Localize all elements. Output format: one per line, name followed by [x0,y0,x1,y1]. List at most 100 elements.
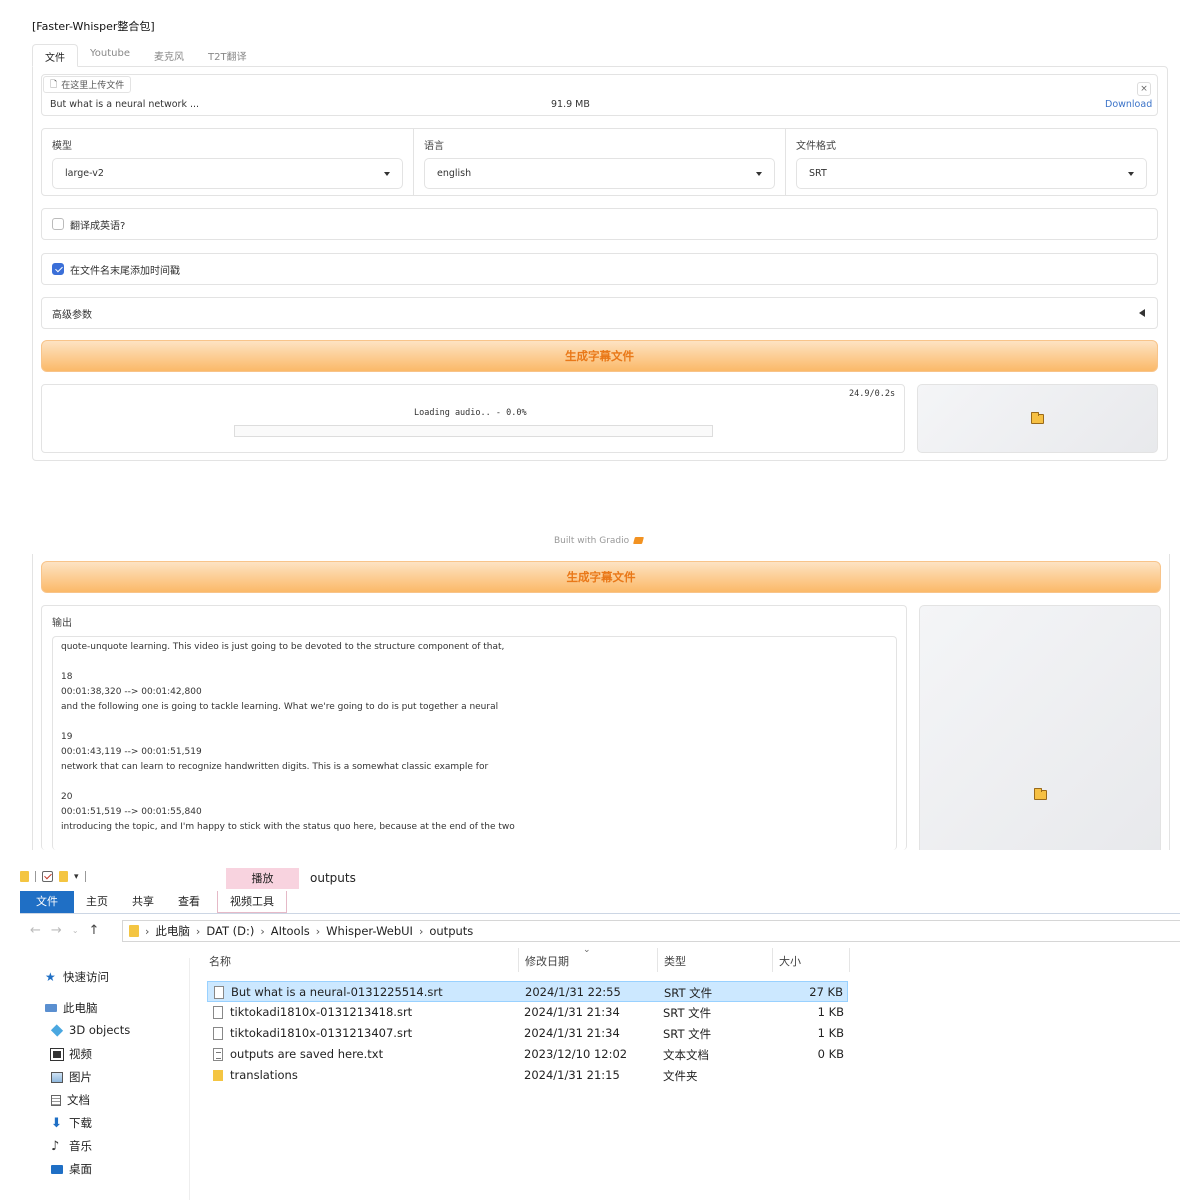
model-dropdown[interactable]: large-v2 [52,158,403,189]
output-line: 00:01:51,519 --> 00:01:55,840 [61,807,202,817]
file-size: 27 KB [809,985,843,999]
output-textarea[interactable]: quote-unquote learning. This video is ju… [52,636,897,850]
nav-desktop[interactable]: 桌面 [51,1161,92,1177]
chevron-right-icon: › [315,924,321,938]
download-link[interactable]: Download [1105,99,1152,110]
file-row[interactable]: translations 2024/1/31 21:15 文件夹 [207,1065,848,1086]
column-header-size[interactable]: 大小 [779,953,801,971]
output-line: 00:01:43,119 --> 00:01:51,519 [61,747,202,757]
tab-t2t-translate[interactable]: T2T翻译 [196,44,259,67]
translate-checkbox[interactable] [52,218,64,230]
navigation-pane: ★ 快速访问 此电脑 3D objects 视频 图片 文档 ⬇ 下载 ♪ 音乐… [20,958,190,1200]
back-arrow-icon[interactable]: ← [30,923,41,938]
output-file-box-2[interactable] [919,605,1161,850]
ribbon-tab-video-tools[interactable]: 视频工具 [217,891,287,913]
desktop-icon [51,1164,63,1174]
nav-downloads[interactable]: ⬇ 下载 [51,1115,92,1131]
output-line: 18 [61,672,73,682]
tab-file[interactable]: 文件 [32,44,78,67]
tab-youtube[interactable]: Youtube [78,44,142,67]
generate-subtitles-button-2[interactable]: 生成字幕文件 [41,561,1161,593]
folder-icon [213,1070,223,1081]
generate-subtitles-button[interactable]: 生成字幕文件 [41,340,1158,372]
address-bar[interactable]: › 此电脑 › DAT (D:) › AItools › Whisper-Web… [122,920,1180,942]
properties-icon[interactable] [42,871,53,882]
file-row[interactable]: outputs are saved here.txt 2023/12/10 12:… [207,1044,848,1065]
nav-documents[interactable]: 文档 [51,1092,90,1108]
nav-pictures[interactable]: 图片 [51,1069,92,1085]
model-field: 模型 large-v2 [42,129,414,195]
output-line: 00:01:38,320 --> 00:01:42,800 [61,687,202,697]
file-size: 0 KB [817,1047,844,1061]
nav-label: 下载 [69,1116,92,1130]
language-dropdown[interactable]: english [424,158,775,189]
ribbon-tab-view[interactable]: 查看 [166,891,212,913]
collapse-arrow-icon [1139,309,1145,317]
computer-icon [45,1004,57,1012]
nav-videos[interactable]: 视频 [50,1046,92,1062]
column-divider[interactable] [657,948,658,972]
ribbon-tab-file[interactable]: 文件 [20,891,74,913]
ribbon-tab-home[interactable]: 主页 [74,891,120,913]
toolbar-divider [84,871,86,882]
format-value: SRT [809,168,827,179]
new-folder-icon[interactable] [59,871,68,882]
nav-3d-objects[interactable]: 3D objects [50,1023,130,1037]
settings-row: 模型 large-v2 语言 english 文件格式 SRT [41,128,1158,196]
file-row[interactable]: But what is a neural-0131225514.srt 2024/… [207,981,848,1002]
window-title: outputs [310,871,356,885]
file-name: But what is a neural-0131225514.srt [231,985,443,999]
output-label: 输出 [52,618,72,629]
file-name: outputs are saved here.txt [230,1047,384,1061]
output-file-box[interactable] [917,384,1158,453]
tab-microphone[interactable]: 麦克风 [142,44,196,67]
quick-access-toolbar: ▾ [20,871,86,882]
ribbon-tab-share[interactable]: 共享 [120,891,166,913]
timestamp-checkbox[interactable] [52,263,64,275]
text-file-icon [213,1048,223,1061]
document-icon [51,1094,61,1106]
column-divider[interactable] [849,948,850,972]
column-header-type[interactable]: 类型 [664,953,686,971]
sort-chevron-icon: ⌄ [583,945,591,955]
column-header-name[interactable]: 名称 [209,953,231,971]
customize-toolbar-dropdown[interactable]: ▾ [74,872,79,882]
context-tab-play[interactable]: 播放 [226,868,299,889]
breadcrumb-aitools[interactable]: AItools [271,924,310,938]
advanced-params-accordion[interactable]: 高级参数 [41,297,1158,329]
file-row[interactable]: tiktokadi1810x-0131213418.srt 2024/1/31 2… [207,1002,848,1023]
breadcrumb-drive-d[interactable]: DAT (D:) [206,924,254,938]
file-size: 1 KB [817,1005,844,1019]
breadcrumb-this-pc[interactable]: 此电脑 [155,923,190,939]
music-icon: ♪ [51,1138,60,1154]
gradio-logo-icon [633,537,645,544]
cube-icon [50,1023,64,1037]
column-divider[interactable] [772,948,773,972]
translate-label: 翻译成英语? [70,220,126,232]
file-date: 2024/1/31 22:55 [525,985,621,999]
column-header-date[interactable]: 修改日期 [525,953,569,971]
chevron-right-icon: › [195,924,201,938]
folder-icon[interactable] [20,871,29,882]
chevron-right-icon: › [145,924,150,938]
format-dropdown[interactable]: SRT [796,158,1147,189]
nav-quick-access[interactable]: ★ 快速访问 [45,969,109,985]
file-upload-box[interactable] [41,74,1158,116]
breadcrumb-outputs[interactable]: outputs [429,924,473,938]
chevron-down-icon [384,171,390,176]
breadcrumb-whisper-webui[interactable]: Whisper-WebUI [326,924,413,938]
nav-this-pc[interactable]: 此电脑 [45,1000,98,1016]
nav-music[interactable]: ♪ 音乐 [51,1138,92,1154]
up-arrow-icon[interactable]: ↑ [89,923,100,938]
chevron-right-icon: › [260,924,265,938]
forward-arrow-icon[interactable]: → [51,923,62,938]
file-row[interactable]: tiktokadi1810x-0131213407.srt 2024/1/31 2… [207,1023,848,1044]
close-icon[interactable]: × [1137,82,1151,96]
column-divider[interactable] [518,948,519,972]
file-icon [213,1006,223,1019]
built-with-gradio[interactable]: Built with Gradio [554,536,645,546]
recent-locations-chevron-icon[interactable]: ⌄ [72,926,79,935]
upload-label: 在这里上传文件 [61,81,125,91]
file-icon [213,1027,223,1040]
file-icon: 🗋 [50,79,58,90]
